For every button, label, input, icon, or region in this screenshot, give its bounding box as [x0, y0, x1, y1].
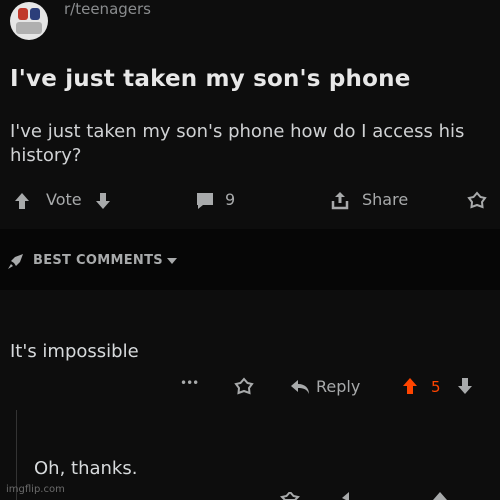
reply-icon[interactable] — [289, 378, 311, 396]
vote-label: Vote — [46, 190, 82, 209]
reply-button[interactable]: Reply — [316, 377, 360, 396]
comment-icon[interactable] — [195, 191, 215, 211]
reply-icon[interactable] — [340, 492, 362, 500]
sort-label[interactable]: BEST COMMENTS — [33, 253, 163, 268]
award-icon[interactable] — [467, 191, 487, 211]
post-body: I've just taken my son's phone how do I … — [10, 121, 465, 166]
comment-count: 9 — [225, 190, 236, 209]
downvote-arrow-icon[interactable] — [95, 192, 111, 210]
chevron-down-icon[interactable] — [166, 256, 178, 266]
award-icon[interactable] — [280, 492, 300, 500]
upvote-arrow-icon[interactable] — [432, 492, 448, 500]
rocket-icon — [8, 254, 23, 269]
watermark: imgflip.com — [6, 484, 65, 495]
upvote-arrow-icon[interactable] — [402, 377, 418, 395]
post-title: I've just taken my son's phone — [10, 66, 411, 92]
share-button[interactable]: Share — [362, 190, 408, 209]
upvote-arrow-icon[interactable] — [14, 192, 30, 210]
comment-text: It's impossible — [10, 341, 139, 362]
share-icon[interactable] — [330, 190, 350, 210]
subreddit-avatar[interactable] — [10, 2, 48, 40]
more-options-icon[interactable]: ••• — [180, 376, 199, 390]
comment-score: 5 — [431, 378, 441, 396]
subreddit-name[interactable]: r/teenagers — [64, 0, 151, 18]
award-icon[interactable] — [234, 377, 254, 397]
downvote-arrow-icon[interactable] — [457, 377, 473, 395]
reply-comment-text: Oh, thanks. — [34, 458, 138, 479]
